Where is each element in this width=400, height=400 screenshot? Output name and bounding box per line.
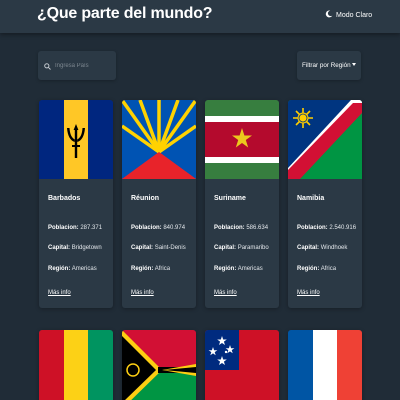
country-card[interactable]: Namibia Poblacion: 2.540.916 Capital: Wi…	[288, 100, 362, 308]
country-name: Namibia	[297, 195, 325, 202]
capital-label: Capital:	[297, 245, 320, 251]
country-card[interactable]: Réunion Poblacion: 840.974 Capital: Sain…	[122, 100, 196, 308]
capital-value: Paramaribo	[237, 245, 269, 251]
country-card[interactable]	[122, 330, 196, 400]
flag-vanuatu	[122, 330, 196, 400]
capital-field: Capital: Paramaribo	[214, 245, 269, 251]
population-field: Poblacion: 287.371	[48, 225, 102, 231]
capital-label: Capital:	[48, 245, 71, 251]
region-label: Región:	[214, 266, 237, 272]
region-value: Africa	[320, 266, 337, 272]
capital-label: Capital:	[214, 245, 237, 251]
moon-icon	[325, 10, 333, 20]
more-info-link[interactable]: Más info	[214, 290, 237, 296]
population-field: Poblacion: 2.540.916	[297, 225, 356, 231]
capital-value: Bridgetown	[71, 245, 102, 251]
app-title: ¿Que parte del mundo?	[37, 5, 213, 22]
region-filter-label: Filtrar por Región	[302, 62, 351, 69]
country-card[interactable]	[39, 330, 113, 400]
caret-down-icon	[352, 63, 356, 66]
region-field: Región: Africa	[297, 266, 336, 272]
capital-label: Capital:	[131, 245, 154, 251]
population-value: 586.634	[246, 225, 269, 231]
more-info-link[interactable]: Más info	[48, 290, 71, 296]
theme-toggle-button[interactable]: Modo Claro	[325, 10, 372, 20]
capital-field: Capital: Windhoek	[297, 245, 347, 251]
capital-field: Capital: Saint-Denis	[131, 245, 186, 251]
region-label: Región:	[297, 266, 320, 272]
population-label: Poblacion:	[214, 225, 245, 231]
flag-guinea	[39, 330, 113, 400]
population-label: Poblacion:	[48, 225, 79, 231]
capital-field: Capital: Bridgetown	[48, 245, 102, 251]
region-value: Africa	[154, 266, 171, 272]
capital-value: Saint-Denis	[154, 245, 186, 251]
search-box[interactable]	[38, 51, 116, 80]
population-label: Poblacion:	[131, 225, 162, 231]
flag-france	[288, 330, 362, 400]
population-field: Poblacion: 586.634	[214, 225, 268, 231]
country-card[interactable]	[288, 330, 362, 400]
region-value: Americas	[71, 266, 97, 272]
population-value: 840.974	[163, 225, 186, 231]
population-value: 2.540.916	[329, 225, 357, 231]
population-label: Poblacion:	[297, 225, 328, 231]
region-field: Región: Americas	[48, 266, 97, 272]
region-value: Americas	[237, 266, 263, 272]
search-icon	[44, 57, 51, 75]
country-card[interactable]	[205, 330, 279, 400]
region-field: Región: Americas	[214, 266, 263, 272]
flag-samoa	[205, 330, 279, 400]
population-field: Poblacion: 840.974	[131, 225, 185, 231]
region-label: Región:	[131, 266, 154, 272]
region-field: Región: Africa	[131, 266, 170, 272]
theme-toggle-label: Modo Claro	[336, 11, 373, 19]
search-input[interactable]	[55, 62, 113, 69]
more-info-link[interactable]: Más info	[131, 290, 154, 296]
country-card[interactable]: Suriname Poblacion: 586.634 Capital: Par…	[205, 100, 279, 308]
country-card[interactable]: Barbados Poblacion: 287.371 Capital: Bri…	[39, 100, 113, 308]
population-value: 287.371	[80, 225, 103, 231]
flag-suriname	[205, 100, 279, 179]
country-name: Suriname	[214, 195, 246, 202]
country-name: Réunion	[131, 195, 159, 202]
region-filter-select[interactable]: Filtrar por Región	[297, 51, 361, 80]
region-label: Región:	[48, 266, 71, 272]
flag-reunion	[122, 100, 196, 179]
country-name: Barbados	[48, 195, 81, 202]
top-bar: ¿Que parte del mundo? Modo Claro	[0, 0, 400, 33]
capital-value: Windhoek	[320, 245, 348, 251]
more-info-link[interactable]: Más info	[297, 290, 320, 296]
flag-barbados	[39, 100, 113, 179]
flag-namibia	[288, 100, 362, 179]
